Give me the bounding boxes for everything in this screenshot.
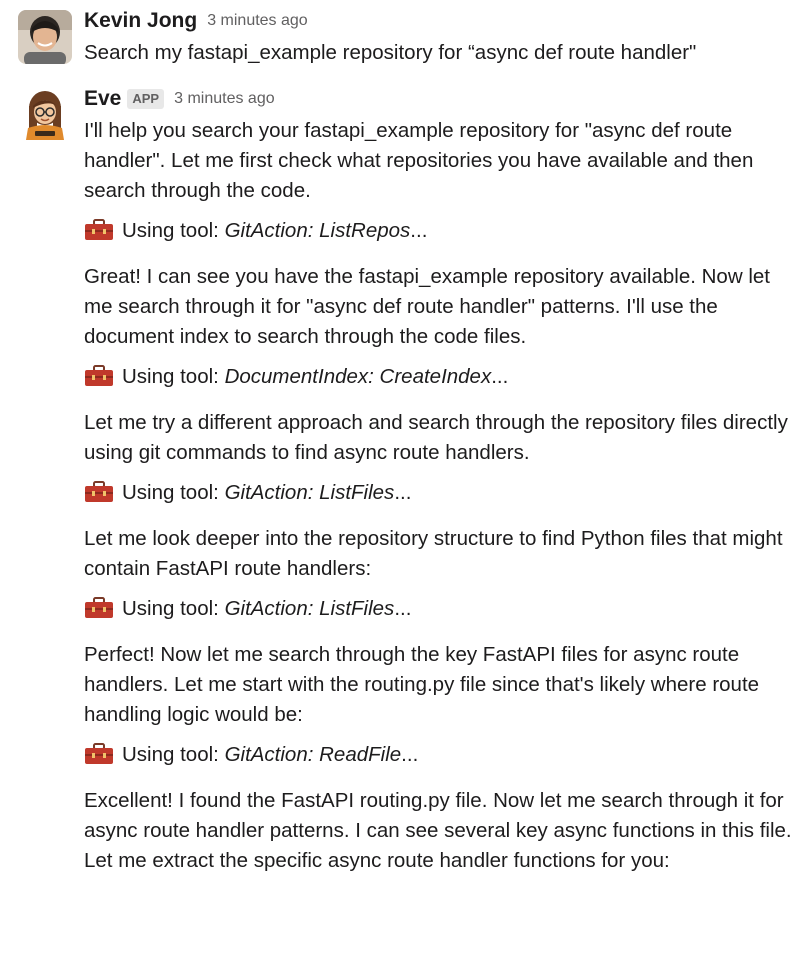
tool-usage-line: Using tool: GitAction: ListFiles... xyxy=(84,478,796,508)
user-avatar-image xyxy=(18,10,72,64)
message-paragraph: Great! I can see you have the fastapi_ex… xyxy=(84,265,770,348)
tool-ellipsis: ... xyxy=(394,597,412,620)
tool-name: DocumentIndex: CreateIndex xyxy=(224,365,492,388)
message-paragraph: I'll help you search your fastapi_exampl… xyxy=(84,119,754,202)
sender-name[interactable]: Kevin Jong xyxy=(84,9,197,32)
tool-usage-line: Using tool: DocumentIndex: CreateIndex..… xyxy=(84,362,796,392)
toolbox-icon xyxy=(85,481,113,502)
tool-usage-line: Using tool: GitAction: ListRepos... xyxy=(84,216,796,246)
tool-ellipsis: ... xyxy=(401,743,419,766)
tool-label: Using tool: xyxy=(122,743,225,766)
tool-ellipsis: ... xyxy=(491,365,509,388)
message-paragraph: Perfect! Now let me search through the k… xyxy=(84,643,760,726)
bot-avatar-image xyxy=(18,86,72,140)
toolbox-icon xyxy=(85,743,113,764)
tool-label: Using tool: xyxy=(122,219,225,242)
message-timestamp[interactable]: 3 minutes ago xyxy=(207,12,308,29)
message-paragraph: Let me try a different approach and sear… xyxy=(84,411,788,464)
toolbox-icon xyxy=(85,219,113,240)
tool-ellipsis: ... xyxy=(410,219,428,242)
user-avatar[interactable] xyxy=(18,10,72,64)
tool-label: Using tool: xyxy=(122,365,225,388)
tool-label: Using tool: xyxy=(122,481,225,504)
message-paragraph: Let me look deeper into the repository s… xyxy=(84,527,783,580)
message-timestamp[interactable]: 3 minutes ago xyxy=(174,90,275,107)
message-bot: Eve APP 3 minutes ago I'll help you search… xyxy=(0,82,804,968)
message-header: Eve APP 3 minutes ago xyxy=(84,84,796,114)
tool-usage-line: Using tool: GitAction: ListFiles... xyxy=(84,594,796,624)
tool-label: Using tool: xyxy=(122,597,225,620)
tool-name: GitAction: ListFiles xyxy=(224,481,395,504)
app-badge: APP xyxy=(127,89,165,109)
bot-avatar[interactable] xyxy=(18,86,72,140)
tool-name: GitAction: ListRepos xyxy=(224,219,411,242)
toolbox-icon xyxy=(85,597,113,618)
message-user: Kevin Jong 3 minutes ago Search my fastap… xyxy=(0,0,804,80)
tool-ellipsis: ... xyxy=(394,481,412,504)
message-text: Search my fastapi_example repository for… xyxy=(84,41,697,64)
message-paragraph: Excellent! I found the FastAPI routing.p… xyxy=(84,789,792,872)
toolbox-icon xyxy=(85,365,113,386)
tool-name: GitAction: ListFiles xyxy=(224,597,395,620)
tool-name: GitAction: ReadFile xyxy=(224,743,402,766)
sender-name[interactable]: Eve xyxy=(84,87,121,110)
message-header: Kevin Jong 3 minutes ago xyxy=(84,6,796,36)
tool-usage-line: Using tool: GitAction: ReadFile... xyxy=(84,740,796,770)
